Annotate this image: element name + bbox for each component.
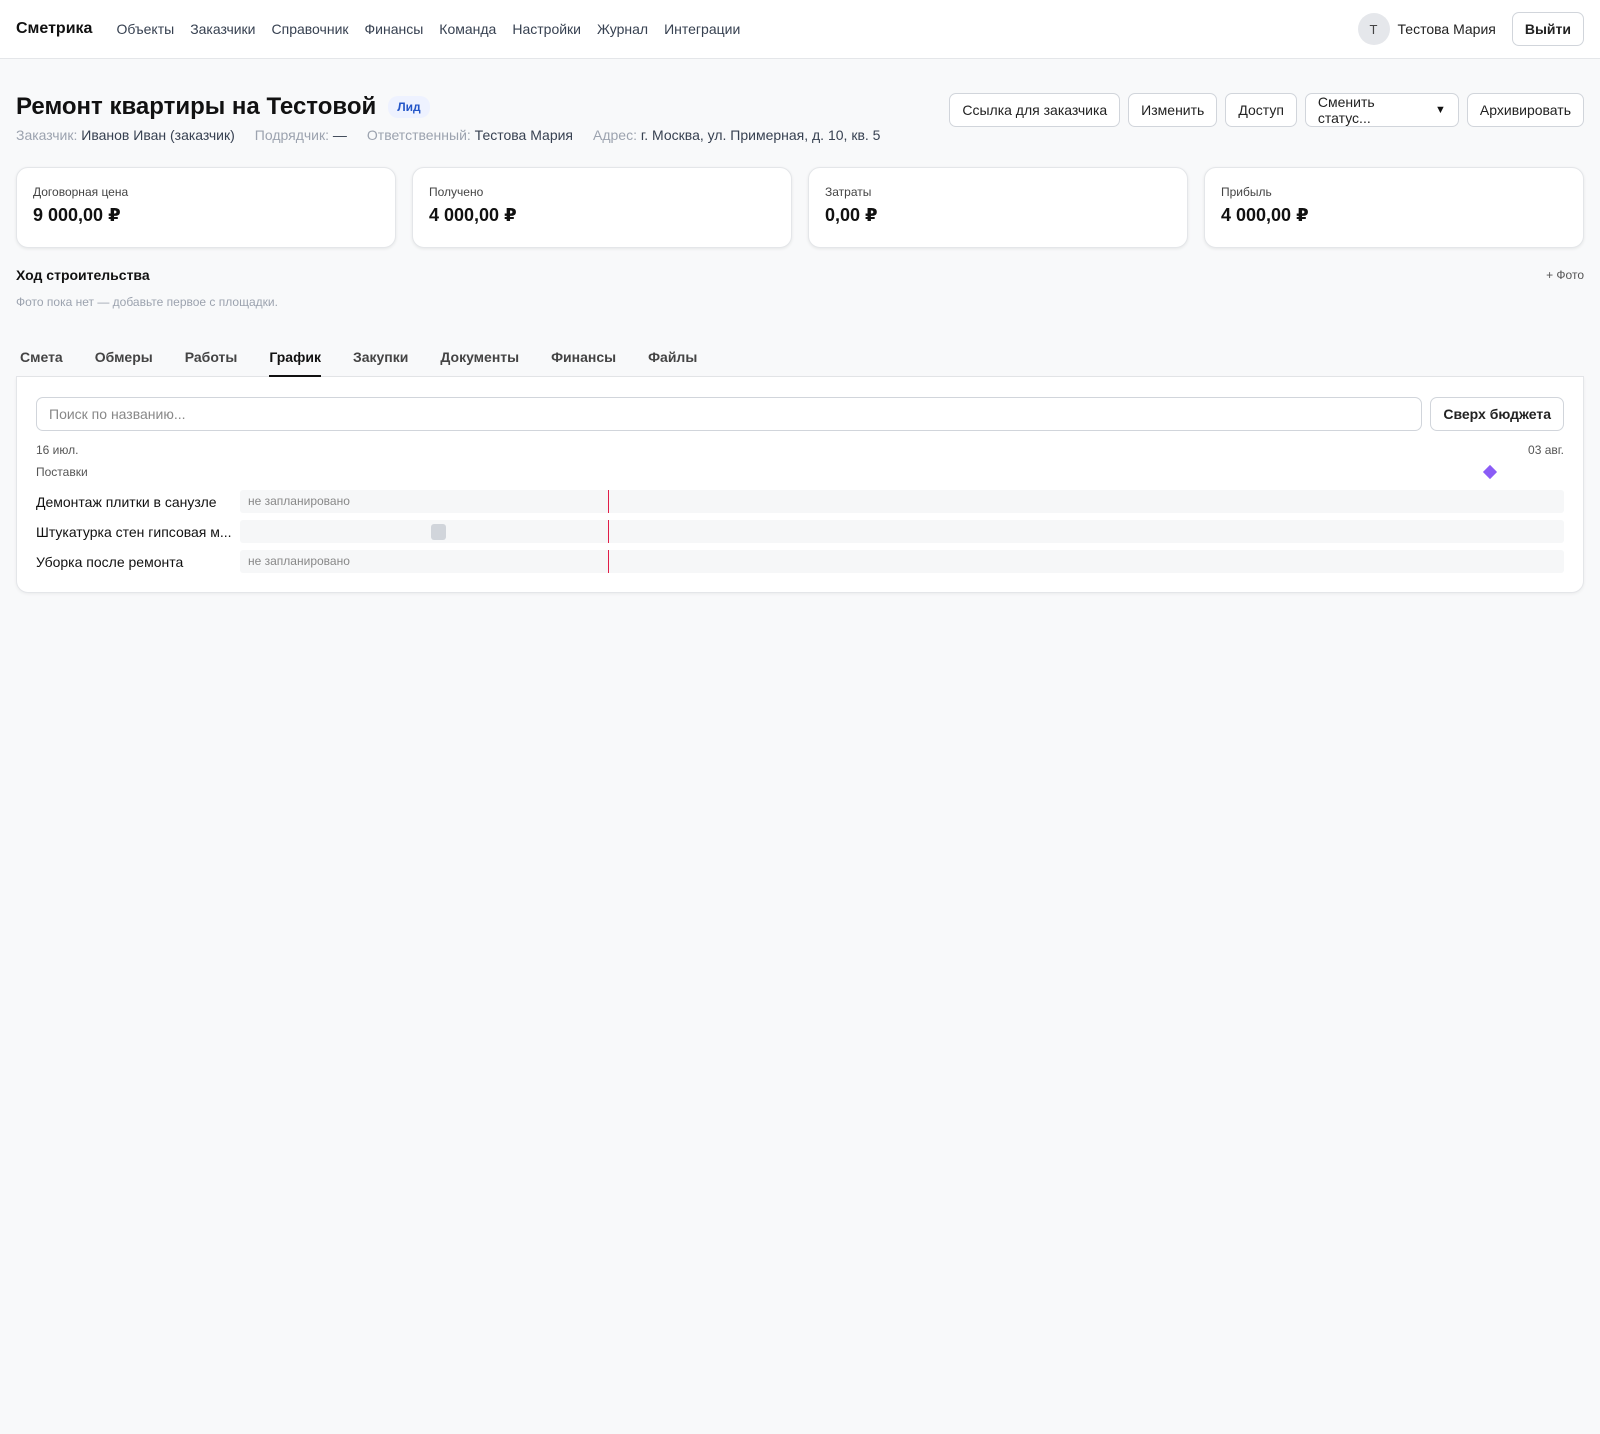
gantt-end-date: 03 авг. (1528, 443, 1564, 457)
tab-purchases[interactable]: Закупки (353, 349, 408, 377)
task-name: Демонтаж плитки в санузле (36, 493, 217, 510)
construction-progress-header: Ход строительства + Фото (16, 267, 1584, 283)
card-expenses: Затраты 0,00 ₽ (808, 167, 1188, 248)
title-row: Ремонт квартиры на Тестовой Лид (16, 93, 880, 121)
nav-item-team[interactable]: Команда (439, 21, 496, 37)
access-button[interactable]: Доступ (1225, 93, 1297, 127)
tab-works[interactable]: Работы (185, 349, 238, 377)
project-header: Ремонт квартиры на Тестовой Лид Заказчик… (16, 59, 1584, 143)
status-badge: Лид (388, 96, 430, 118)
nav-item-settings[interactable]: Настройки (512, 21, 581, 37)
nav-item-clients[interactable]: Заказчики (190, 21, 255, 37)
card-value: 4 000,00 ₽ (429, 205, 517, 225)
tab-estimate[interactable]: Смета (20, 349, 63, 377)
gantt-start-date: 16 июл. (36, 443, 79, 457)
page-title: Ремонт квартиры на Тестовой (16, 93, 377, 120)
search-input[interactable] (36, 397, 1423, 431)
task-name: Уборка после ремонта (36, 553, 184, 570)
task-name: Штукатурка стен гипсовая м... (36, 523, 232, 540)
task-bar[interactable] (431, 524, 446, 540)
main-content: Ремонт квартиры на Тестовой Лид Заказчик… (0, 59, 1600, 593)
section-title: Ход строительства (16, 267, 150, 283)
tab-documents[interactable]: Документы (440, 349, 519, 377)
today-line (607, 520, 609, 543)
project-tabs: Смета Обмеры Работы График Закупки Докум… (16, 349, 1584, 377)
card-contract-price: Договорная цена 9 000,00 ₽ (16, 167, 396, 248)
meta-responsible: Ответственный: Тестова Мария (366, 127, 574, 143)
project-actions: Ссылка для заказчика Изменить Доступ Сме… (949, 93, 1584, 127)
user-name: Тестова Мария (1397, 21, 1496, 37)
chevron-down-icon: ▼ (1435, 104, 1446, 116)
empty-photos-text: Фото пока нет — добавьте первое с площад… (16, 295, 278, 309)
card-label: Получено (429, 185, 484, 199)
change-status-label: Сменить статус... (1317, 94, 1375, 126)
user-menu: Т Тестова Мария Выйти (1357, 12, 1584, 46)
unplanned-label: не запланировано (248, 554, 350, 568)
tab-measurements[interactable]: Обмеры (95, 349, 153, 377)
nav-item-reference[interactable]: Справочник (272, 21, 349, 37)
deliveries-row: Поставки (36, 461, 1564, 483)
nav-item-integrations[interactable]: Интеграции (664, 21, 740, 37)
deliveries-label: Поставки (36, 465, 88, 479)
gantt-chart: 16 июл. 03 авг. Поставки Демонтаж плитки… (36, 443, 1564, 573)
card-label: Договорная цена (33, 185, 129, 199)
main-nav: Объекты Заказчики Справочник Финансы Ком… (116, 21, 740, 37)
client-link-button[interactable]: Ссылка для заказчика (949, 93, 1121, 127)
meta-contractor: Подрядчик: — (254, 127, 347, 143)
tab-finance[interactable]: Финансы (551, 349, 616, 377)
gantt-track: не запланировано (240, 490, 1564, 513)
over-budget-button[interactable]: Сверх бюджета (1430, 397, 1564, 431)
delivery-marker[interactable] (1483, 464, 1498, 480)
card-label: Затраты (825, 185, 872, 199)
schedule-panel: Сверх бюджета 16 июл. 03 авг. Поставки Д… (16, 377, 1584, 593)
add-photo-button[interactable]: + Фото (1546, 268, 1584, 282)
top-navigation-bar: Сметрика Объекты Заказчики Справочник Фи… (0, 0, 1600, 59)
card-value: 9 000,00 ₽ (33, 205, 121, 225)
today-line (607, 490, 609, 513)
meta-address: Адрес: г. Москва, ул. Примерная, д. 10, … (593, 127, 881, 143)
logout-button[interactable]: Выйти (1511, 12, 1584, 46)
archive-button[interactable]: Архивировать (1466, 93, 1584, 127)
meta-client: Заказчик: Иванов Иван (заказчик) (16, 127, 235, 143)
gantt-row: Штукатурка стен гипсовая м... (36, 520, 1564, 543)
unplanned-label: не запланировано (248, 494, 350, 508)
card-profit: Прибыль 4 000,00 ₽ (1204, 167, 1584, 248)
card-label: Прибыль (1221, 185, 1272, 199)
card-value: 4 000,00 ₽ (1221, 205, 1309, 225)
project-meta: Заказчик: Иванов Иван (заказчик) Подрядч… (16, 127, 880, 143)
today-line (607, 550, 609, 573)
card-value: 0,00 ₽ (825, 205, 878, 225)
edit-button[interactable]: Изменить (1128, 93, 1218, 127)
tab-schedule[interactable]: График (269, 349, 321, 377)
change-status-select[interactable]: Сменить статус... ▼ (1304, 93, 1459, 127)
nav-item-journal[interactable]: Журнал (597, 21, 648, 37)
schedule-toolbar: Сверх бюджета (36, 397, 1564, 431)
gantt-row: Демонтаж плитки в санузле не запланирова… (36, 490, 1564, 513)
tab-files[interactable]: Файлы (648, 349, 697, 377)
brand-logo[interactable]: Сметрика (16, 20, 92, 38)
nav-item-finance[interactable]: Финансы (365, 21, 424, 37)
nav-item-objects[interactable]: Объекты (116, 21, 174, 37)
gantt-track: не запланировано (240, 550, 1564, 573)
gantt-row: Уборка после ремонта не запланировано (36, 550, 1564, 573)
gantt-track (240, 520, 1564, 543)
gantt-date-range: 16 июл. 03 авг. (36, 443, 1564, 457)
card-received: Получено 4 000,00 ₽ (412, 167, 792, 248)
avatar[interactable]: Т (1357, 13, 1390, 45)
finance-cards: Договорная цена 9 000,00 ₽ Получено 4 00… (16, 167, 1584, 248)
